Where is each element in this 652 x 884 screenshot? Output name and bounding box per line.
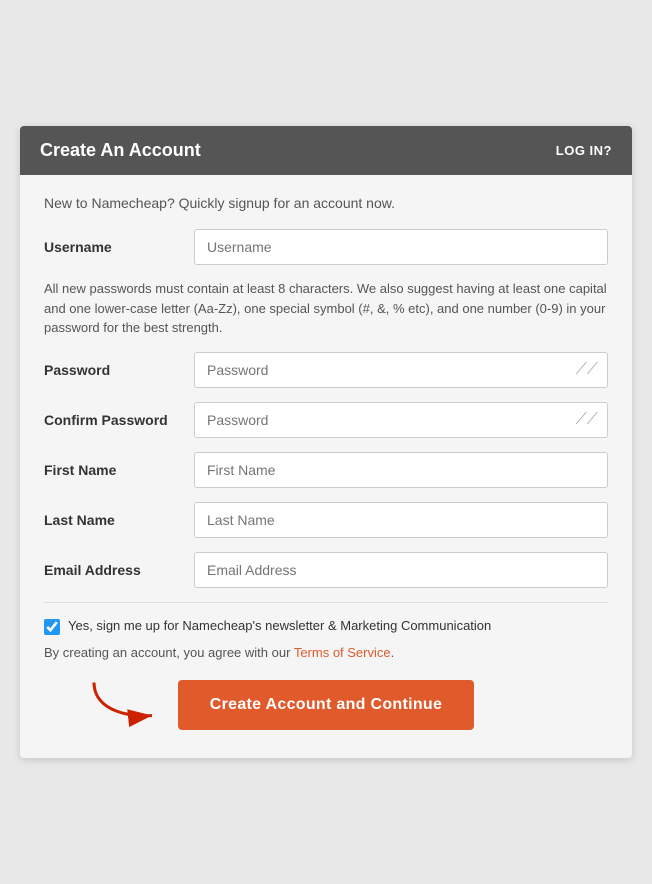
card-body: New to Namecheap? Quickly signup for an … <box>20 175 632 758</box>
email-input[interactable] <box>194 552 608 588</box>
submit-row: Create Account and Continue <box>44 680 608 730</box>
password-row: Password ⟋⟋ <box>44 352 608 388</box>
create-account-card: Create An Account LOG IN? New to Nameche… <box>20 126 632 758</box>
password-toggle-icon[interactable]: ⟋⟋ <box>576 361 598 379</box>
last-name-input-wrapper <box>194 502 608 538</box>
confirm-password-row: Confirm Password ⟋⟋ <box>44 402 608 438</box>
last-name-row: Last Name <box>44 502 608 538</box>
newsletter-row: Yes, sign me up for Namecheap's newslett… <box>44 617 608 635</box>
email-input-wrapper <box>194 552 608 588</box>
divider <box>44 602 608 603</box>
password-label: Password <box>44 362 194 378</box>
first-name-input-wrapper <box>194 452 608 488</box>
arrow-icon <box>84 677 164 727</box>
username-input-wrapper <box>194 229 608 265</box>
first-name-row: First Name <box>44 452 608 488</box>
terms-period: . <box>391 645 395 660</box>
username-input[interactable] <box>194 229 608 265</box>
card-header: Create An Account LOG IN? <box>20 126 632 175</box>
password-hint: All new passwords must contain at least … <box>44 279 608 338</box>
newsletter-label: Yes, sign me up for Namecheap's newslett… <box>68 617 491 635</box>
terms-link[interactable]: Terms of Service <box>294 645 391 660</box>
first-name-input[interactable] <box>194 452 608 488</box>
newsletter-checkbox[interactable] <box>44 619 60 635</box>
password-input-wrapper: ⟋⟋ <box>194 352 608 388</box>
card-title: Create An Account <box>40 140 201 161</box>
password-input[interactable] <box>194 352 608 388</box>
create-account-button[interactable]: Create Account and Continue <box>178 680 474 730</box>
last-name-input[interactable] <box>194 502 608 538</box>
username-label: Username <box>44 239 194 255</box>
confirm-password-label: Confirm Password <box>44 412 194 428</box>
confirm-password-input-wrapper: ⟋⟋ <box>194 402 608 438</box>
confirm-password-input[interactable] <box>194 402 608 438</box>
last-name-label: Last Name <box>44 512 194 528</box>
first-name-label: First Name <box>44 462 194 478</box>
email-label: Email Address <box>44 562 194 578</box>
confirm-password-toggle-icon[interactable]: ⟋⟋ <box>576 411 598 429</box>
email-row: Email Address <box>44 552 608 588</box>
intro-text: New to Namecheap? Quickly signup for an … <box>44 195 608 211</box>
username-row: Username <box>44 229 608 265</box>
terms-prefix: By creating an account, you agree with o… <box>44 645 294 660</box>
arrow-container <box>84 677 164 732</box>
terms-text: By creating an account, you agree with o… <box>44 645 608 660</box>
login-link[interactable]: LOG IN? <box>556 143 612 158</box>
